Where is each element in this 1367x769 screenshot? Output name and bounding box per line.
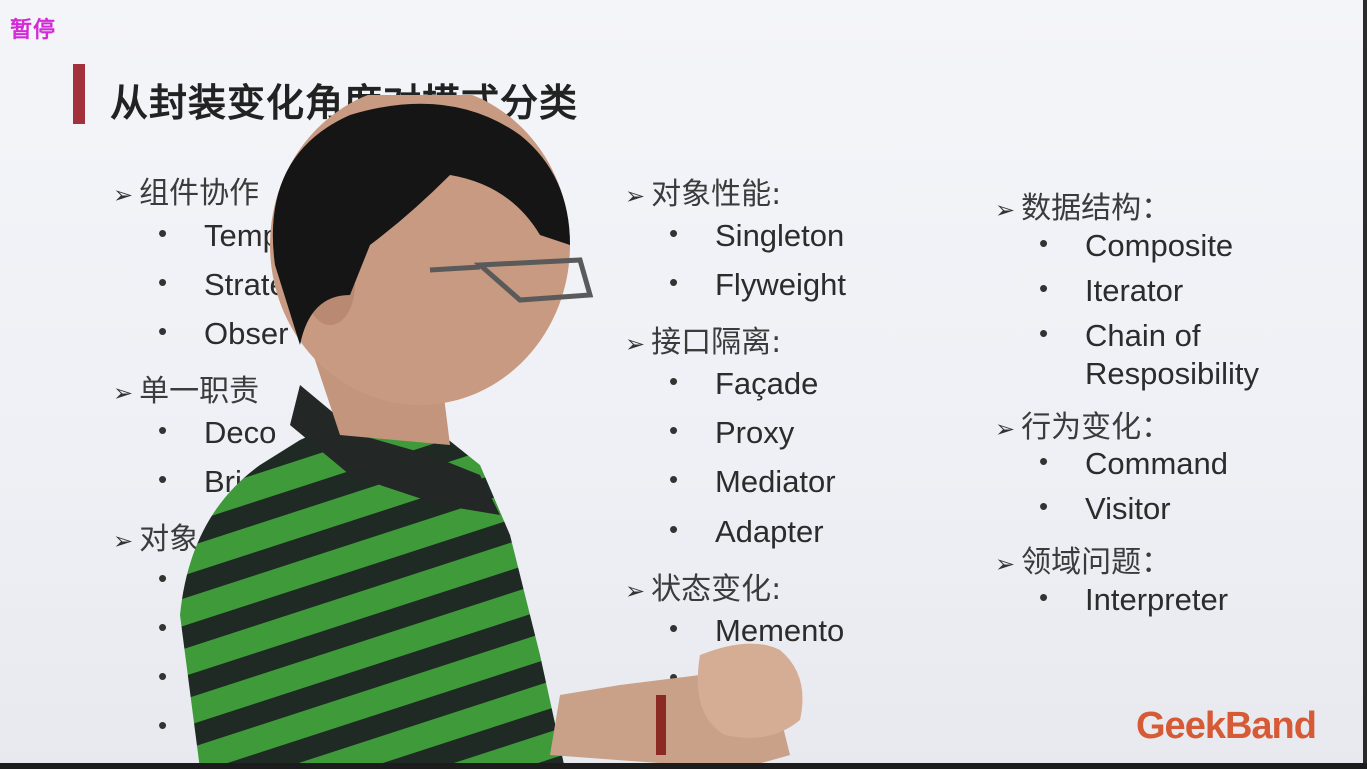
bullet-icon: • (1039, 228, 1049, 258)
arrow-bullet-icon: ➢ (995, 550, 1016, 578)
bullet-icon: • (158, 710, 168, 740)
frame-edge (1363, 0, 1367, 769)
bullet-icon: • (158, 563, 168, 593)
bullet-icon: • (158, 661, 168, 691)
arrow-bullet-icon: ➢ (113, 527, 134, 555)
bullet-icon: • (1039, 491, 1049, 521)
arrow-bullet-icon: ➢ (113, 181, 134, 209)
pause-label[interactable]: 暂停 (10, 12, 56, 44)
bullet-icon: • (158, 415, 168, 445)
frame-edge (0, 763, 1367, 769)
list-item: • Composite (1039, 228, 1234, 263)
bullet-icon: • (158, 316, 168, 346)
category: ➢ 行为变化： (995, 410, 1172, 445)
arrow-bullet-icon: ➢ (995, 196, 1016, 224)
list-item: • Visitor (1039, 491, 1171, 526)
list-item: • Command (1039, 446, 1228, 481)
presenter-image (180, 95, 803, 769)
arrow-bullet-icon: ➢ (995, 415, 1016, 443)
bullet-icon: • (158, 464, 168, 494)
category: ➢ 数据结构： (995, 191, 1172, 226)
list-item: • Interpreter (1039, 582, 1229, 617)
bullet-icon: • (158, 612, 168, 642)
bullet-icon: • (158, 267, 168, 297)
list-item-continuation: Resposibility (1085, 356, 1260, 391)
category: ➢ 领域问题： (995, 545, 1172, 580)
list-item: • Chain of (1039, 318, 1201, 353)
arrow-bullet-icon: ➢ (113, 379, 134, 407)
list-item: • Iterator (1039, 273, 1184, 308)
bullet-icon: • (158, 218, 168, 248)
bullet-icon: • (1039, 582, 1049, 612)
bullet-icon: • (1039, 273, 1049, 303)
geekband-logo: GeekBand (1136, 705, 1317, 747)
bullet-icon: • (1039, 446, 1049, 476)
bullet-icon: • (1039, 318, 1049, 348)
title-accent-bar (73, 64, 85, 124)
